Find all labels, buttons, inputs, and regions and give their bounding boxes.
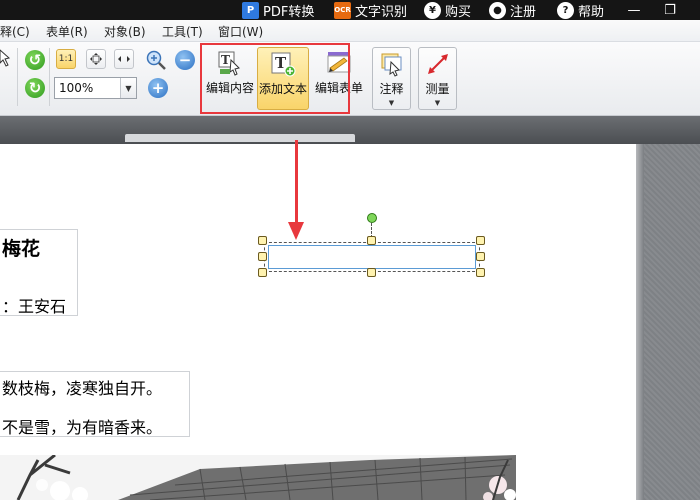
fit-width-button[interactable] <box>114 49 134 69</box>
resize-handle-bottom-right[interactable] <box>476 268 485 277</box>
page-edge-shadow <box>636 144 644 500</box>
poem-line-2: 不是雪，为有暗香来。 <box>2 418 163 437</box>
rotate-right-icon[interactable]: ↻ <box>25 78 45 98</box>
register-label: 注册 <box>510 4 537 20</box>
resize-handle-bottom[interactable] <box>367 268 376 277</box>
annotation-arrow-head <box>288 222 304 240</box>
help-icon: ? <box>557 1 574 19</box>
resize-handle-right[interactable] <box>476 252 485 261</box>
pdf-convert-label: PDF转换 <box>263 4 315 20</box>
annotate-button[interactable]: 注释 ▼ <box>372 47 411 110</box>
zoom-in-icon[interactable]: + <box>148 78 168 98</box>
resize-handle-top[interactable] <box>367 236 376 245</box>
menu-window[interactable]: 窗口(W) <box>218 23 263 40</box>
document-page[interactable] <box>0 144 700 500</box>
user-icon: ● <box>489 1 506 19</box>
resize-handle-top-right[interactable] <box>476 236 485 245</box>
measure-button[interactable]: 测量 ▼ <box>418 47 457 110</box>
annotation-arrow-line <box>295 140 298 224</box>
chevron-down-icon[interactable]: ▼ <box>120 78 136 98</box>
ocr-icon: OCR <box>334 1 351 19</box>
fit-page-button[interactable] <box>86 49 106 69</box>
zoom-out-icon[interactable]: − <box>175 50 195 70</box>
rotate-handle[interactable] <box>367 213 377 223</box>
rotate-left-icon[interactable]: ↺ <box>25 50 45 70</box>
title-bar: P PDF转换 OCR 文字识别 ¥ 购买 ● 注册 ? 帮助 — ❐ <box>0 0 700 20</box>
plum-blossom-photo <box>0 455 516 500</box>
help-button[interactable]: ? 帮助 <box>557 0 604 20</box>
annotate-dropdown-icon: ▼ <box>388 99 395 107</box>
workspace-background <box>644 144 700 500</box>
poem-body-textbox[interactable]: 数枝梅，凌寒独自开。 不是雪，为有暗香来。 <box>0 371 190 437</box>
zoom-select[interactable]: 100% ▼ <box>54 77 137 99</box>
new-textbox-input[interactable] <box>268 245 476 269</box>
buy-button[interactable]: ¥ 购买 <box>424 0 471 20</box>
help-label: 帮助 <box>578 4 605 20</box>
ocr-label: 文字识别 <box>355 4 408 20</box>
menu-object[interactable]: 对象(B) <box>104 23 146 40</box>
annotate-icon <box>379 51 405 77</box>
annotate-label: 注释 <box>379 82 404 96</box>
document-tab[interactable] <box>125 134 355 142</box>
toolbar-separator <box>49 48 50 106</box>
pdf-icon: P <box>242 1 259 19</box>
maximize-button[interactable]: ❐ <box>660 0 680 20</box>
resize-handle-left[interactable] <box>258 252 267 261</box>
yen-icon: ¥ <box>424 1 441 19</box>
minimize-button[interactable]: — <box>624 0 644 20</box>
annotation-highlight-box <box>200 43 350 114</box>
select-tool-icon[interactable] <box>0 48 12 68</box>
resize-handle-bottom-left[interactable] <box>258 268 267 277</box>
pdf-convert-button[interactable]: P PDF转换 <box>242 0 314 20</box>
menu-bar: 释(C) 表单(R) 对象(B) 工具(T) 窗口(W) <box>0 20 700 42</box>
register-button[interactable]: ● 注册 <box>489 0 536 20</box>
actual-size-button[interactable]: 1:1 <box>56 49 76 69</box>
poem-title: 梅花 <box>2 238 41 260</box>
ocr-button[interactable]: OCR 文字识别 <box>334 0 407 20</box>
menu-tools[interactable]: 工具(T) <box>162 23 203 40</box>
zoom-in-magnifier-icon[interactable] <box>145 49 167 71</box>
zoom-value: 100% <box>59 81 94 95</box>
buy-label: 购买 <box>445 4 472 20</box>
measure-dropdown-icon: ▼ <box>434 99 441 107</box>
poem-line-1: 数枝梅，凌寒独自开。 <box>2 379 163 398</box>
toolbar-separator <box>17 48 18 106</box>
resize-handle-top-left[interactable] <box>258 236 267 245</box>
actual-size-label: 1:1 <box>58 54 74 64</box>
measure-label: 测量 <box>425 82 450 96</box>
poem-author: ：王安石 <box>2 297 67 316</box>
menu-annotate[interactable]: 释(C) <box>0 23 30 40</box>
fit-width-icon <box>118 56 130 62</box>
fit-page-icon <box>90 53 102 65</box>
measure-icon <box>425 51 451 77</box>
menu-form[interactable]: 表单(R) <box>46 23 88 40</box>
poem-title-textbox[interactable]: 梅花 ：王安石 <box>0 229 78 316</box>
